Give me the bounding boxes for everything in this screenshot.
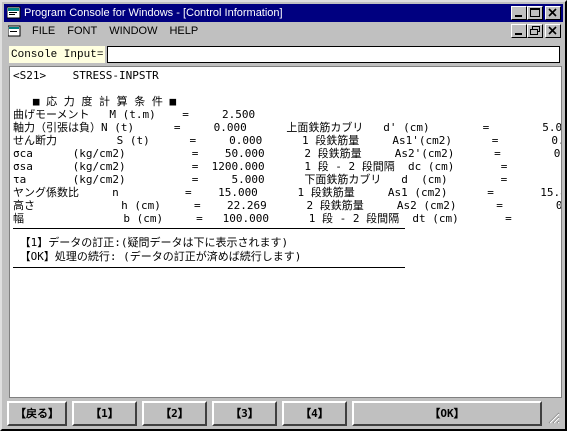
f3-button[interactable]: 【3】 (212, 401, 277, 426)
output-line: σsa (kg/cm2) = 1200.000 1 段 - 2 段間隔 dc (… (13, 160, 562, 173)
close-icon (548, 8, 557, 17)
output-line: <S21> STRESS-INPSTR (13, 69, 159, 82)
document-icon[interactable] (8, 25, 22, 38)
maximize-button[interactable] (527, 6, 543, 20)
output-line: 高さ h (cm) = 22.269 2 段鉄筋量 As2 (cm2) = 0.… (13, 199, 562, 212)
minimize-button[interactable] (511, 6, 527, 20)
maximize-icon (530, 8, 540, 17)
child-minimize-button[interactable] (511, 24, 527, 38)
output-line: ヤング係数比 n = 15.000 1 段鉄筋量 As1 (cm2) = 15.… (13, 186, 562, 199)
output-line: 【OK】処理の続行: (データの訂正が済めば続行します) (13, 250, 302, 263)
close-button[interactable] (545, 6, 561, 20)
output-line: τa (kg/cm2) = 5.000 下面鉄筋カブリ d (cm) = 5.0… (13, 173, 562, 186)
main-window: Program Console for Windows - [Control I… (0, 0, 567, 431)
console-input-bar: Console Input= (7, 44, 563, 64)
ok-button[interactable]: 【OK】 (352, 401, 542, 426)
menu-file[interactable]: FILE (26, 22, 61, 41)
child-restore-button[interactable] (527, 24, 543, 38)
minimize-icon (515, 33, 522, 35)
f2-button[interactable]: 【2】 (142, 401, 207, 426)
output-line: 幅 b (cm) = 100.000 1 段 - 2 段間隔 dt (cm) =… (13, 212, 562, 225)
console-input-label: Console Input= (9, 46, 106, 63)
console-input-field[interactable] (107, 46, 560, 63)
section-heading: ■ 応 力 度 計 算 条 件 ■ (13, 95, 177, 108)
menu-help[interactable]: HELP (163, 22, 204, 41)
menu-bar: FILE FONT WINDOW HELP (4, 22, 563, 41)
f1-button[interactable]: 【1】 (72, 401, 137, 426)
menu-window[interactable]: WINDOW (103, 22, 163, 41)
child-window-buttons (511, 24, 561, 38)
divider (13, 228, 405, 229)
title-bar[interactable]: Program Console for Windows - [Control I… (4, 4, 563, 22)
restore-icon (530, 26, 540, 35)
child-close-button[interactable] (545, 24, 561, 38)
menu-items: FILE FONT WINDOW HELP (26, 22, 204, 41)
f4-button[interactable]: 【4】 (282, 401, 347, 426)
output-line: 【1】データの訂正:(疑問データは下に表示されます) (13, 236, 289, 249)
app-icon (7, 6, 21, 19)
close-icon (548, 26, 557, 35)
output-line: σca (kg/cm2) = 50.000 2 段鉄筋量 As2'(cm2) =… (13, 147, 562, 160)
minimize-icon (515, 15, 522, 17)
divider (13, 267, 405, 268)
function-key-bar: 【戻る】 【1】 【2】 【3】 【4】 【OK】 (7, 400, 563, 427)
output-line: 曲げモーメント M (t.m) = 2.500 (13, 108, 256, 121)
output-line: せん断力 S (t) = 0.000 1 段鉄筋量 As1'(cm2) = 0.… (13, 134, 562, 147)
window-title: Program Console for Windows - [Control I… (24, 7, 283, 19)
output-text-area[interactable]: <S21> STRESS-INPSTR ■ 応 力 度 計 算 条 件 ■ 曲げ… (9, 66, 562, 398)
back-button[interactable]: 【戻る】 (7, 401, 67, 426)
output-line: 軸力（引張は負）N (t) = 0.000 上面鉄筋カブリ d' (cm) = … (13, 121, 562, 134)
menu-font[interactable]: FONT (61, 22, 103, 41)
resize-grip-icon[interactable] (548, 412, 560, 424)
title-buttons (511, 6, 561, 20)
